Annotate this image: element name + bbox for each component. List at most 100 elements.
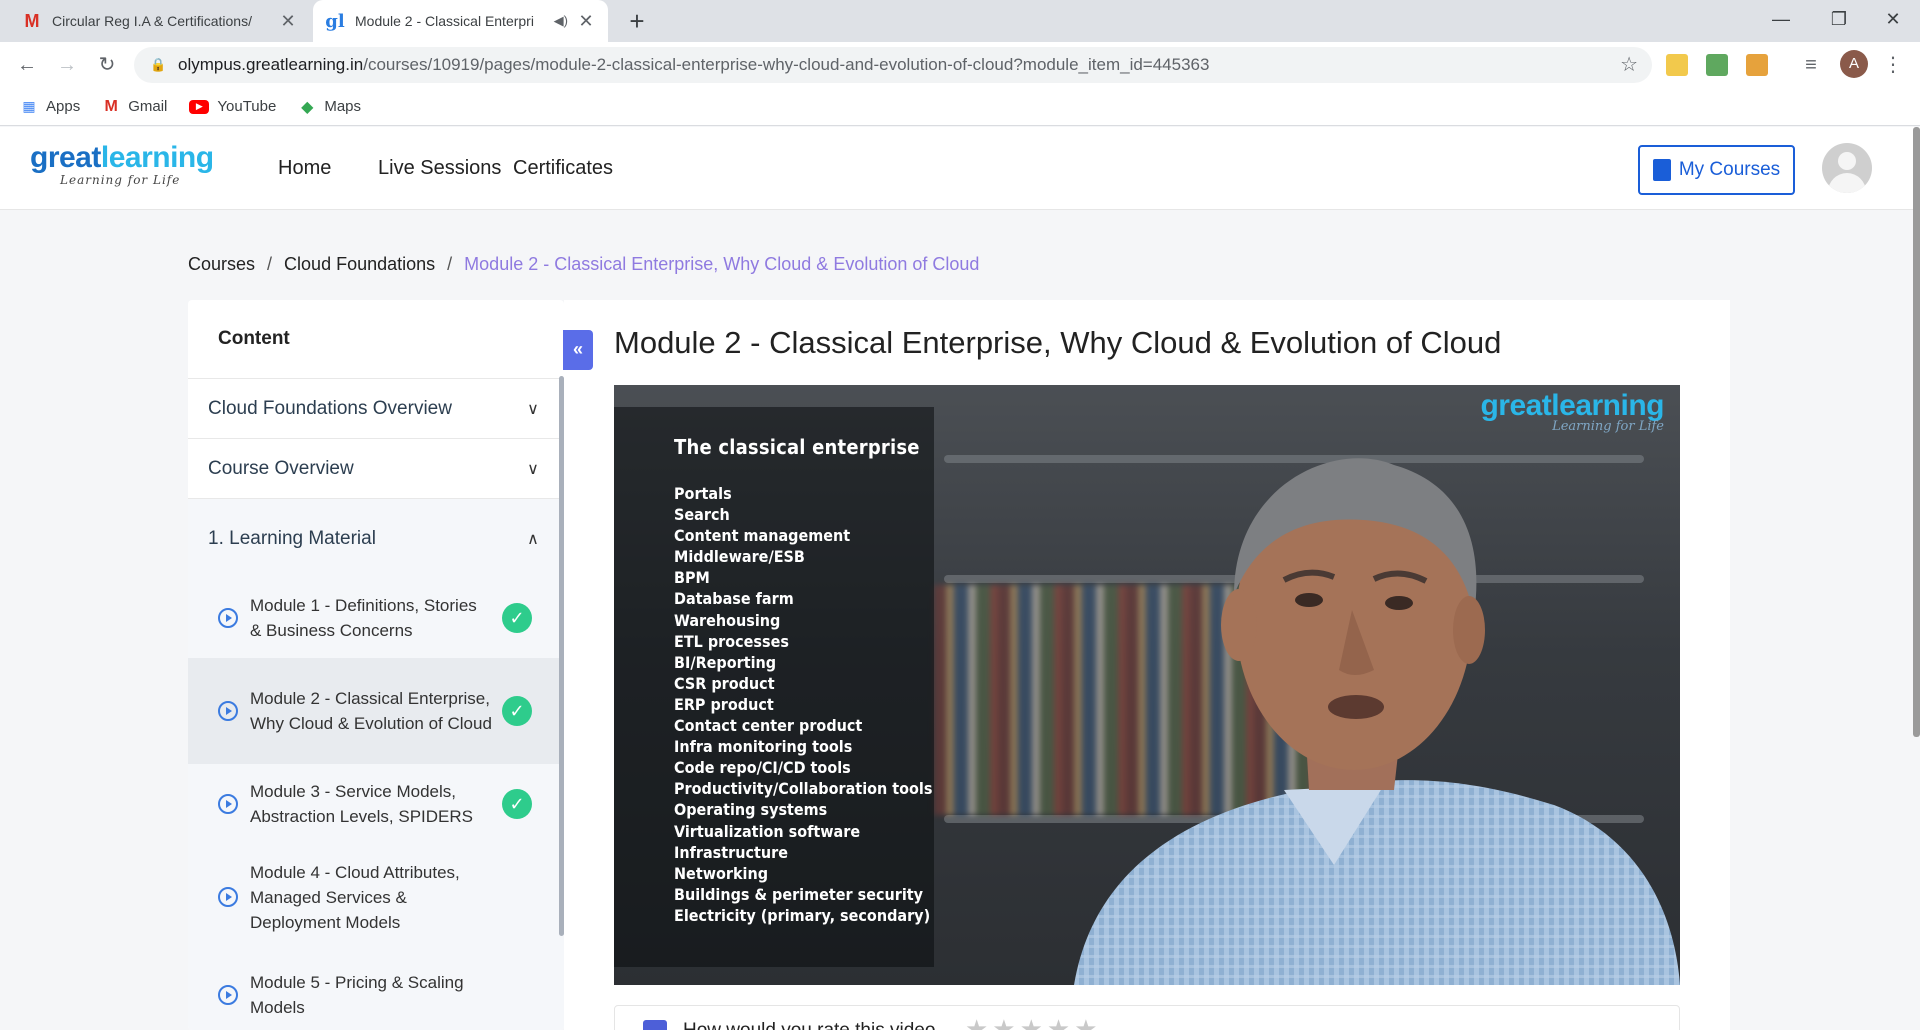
apps-grid-icon: ▦ (22, 98, 36, 114)
module-label: Module 2 - Classical Enterprise, Why Clo… (250, 689, 492, 733)
site-header: greatlearning Learning for Life Home Liv… (0, 127, 1920, 210)
url-host: olympus.greatlearning.in (178, 55, 364, 74)
page-title: Module 2 - Classical Enterprise, Why Clo… (614, 325, 1502, 360)
close-window-button[interactable]: ✕ (1864, 0, 1920, 40)
section-cloud-foundations-overview[interactable]: Cloud Foundations Overview ∨ (188, 378, 564, 438)
slide-item: Electricity (primary, secondary) (674, 905, 931, 925)
slide-item: Portals (674, 484, 732, 503)
page-scrollbar[interactable] (1913, 127, 1920, 737)
browser-tab-module[interactable]: gl Module 2 - Classical Enterpri ◀) ✕ (313, 0, 608, 42)
rating-stars[interactable]: ★★★★★ (965, 1014, 1102, 1030)
video-watermark: greatlearning Learning for Life (1480, 389, 1664, 434)
check-icon: ✓ (502, 603, 532, 633)
bookmark-maps[interactable]: ◆ Maps (298, 98, 361, 116)
module-item[interactable]: Module 3 - Service Models, Abstraction L… (188, 764, 564, 844)
media-control-icon[interactable]: ≡ (1796, 50, 1826, 80)
slide-item: Operating systems (674, 800, 828, 820)
breadcrumb-separator: / (267, 254, 273, 274)
breadcrumb-cloud-foundations[interactable]: Cloud Foundations (284, 254, 435, 274)
breadcrumb-courses[interactable]: Courses (188, 254, 255, 274)
content-sidebar: Content Cloud Foundations Overview ∨ Cou… (188, 300, 564, 1030)
nav-home[interactable]: Home (278, 157, 331, 180)
video-player[interactable]: The classical enterprise Portals Search Co… (614, 385, 1680, 985)
my-courses-label: My Courses (1678, 159, 1781, 180)
gmail-icon: M (104, 97, 118, 115)
play-circle-icon (218, 608, 238, 628)
play-circle-icon (218, 887, 238, 907)
watermark-word-learning: learning (1551, 389, 1664, 422)
slide-item: BPM (674, 568, 710, 588)
avatar-body (1828, 173, 1866, 193)
extension-photo-icon[interactable] (1746, 54, 1768, 76)
slide-item: ERP product (674, 694, 774, 714)
section-label: 1. Learning Material (208, 527, 376, 549)
nav-live-sessions[interactable]: Live Sessions (378, 157, 501, 180)
back-icon[interactable]: ← (12, 50, 42, 80)
section-learning-material[interactable]: 1. Learning Material ∧ (188, 498, 564, 578)
bookmark-label: YouTube (217, 98, 277, 115)
slide-item: Buildings & perimeter security (674, 884, 924, 904)
bookmark-apps[interactable]: ▦ Apps (20, 98, 80, 116)
address-bar[interactable]: 🔒 olympus.greatlearning.in/courses/10919… (134, 47, 1652, 83)
close-tab-icon[interactable]: ✕ (576, 11, 596, 32)
info-icon (643, 1020, 667, 1030)
maps-icon: ◆ (301, 98, 314, 116)
minimize-button[interactable]: — (1752, 0, 1810, 40)
new-tab-button[interactable]: + (622, 6, 652, 36)
module-item[interactable]: Module 5 - Pricing & Scaling Models (188, 950, 564, 1030)
bookmark-star-icon[interactable]: ☆ (1620, 47, 1638, 83)
bookmark-youtube[interactable]: ▶ YouTube (189, 98, 276, 115)
sidebar-heading: Content (218, 328, 290, 349)
module-label: Module 3 - Service Models, Abstraction L… (250, 782, 473, 826)
play-circle-icon (218, 701, 238, 721)
tab-title: Circular Reg I.A & Certifications/ (52, 13, 252, 29)
lock-icon: 🔒 (150, 57, 167, 72)
section-course-overview[interactable]: Course Overview ∨ (188, 438, 564, 498)
browser-tab-bar: M Circular Reg I.A & Certifications/ ✕ g… (0, 0, 1920, 42)
slide-item: Code repo/CI/CD tools (674, 758, 851, 778)
greatlearning-icon: gl (325, 10, 345, 32)
chevron-down-icon: ∨ (527, 460, 539, 478)
forward-icon[interactable]: → (52, 50, 82, 80)
slide-item: Database farm (674, 589, 794, 609)
slide-list: Portals Search Content management Middlewar… (674, 483, 932, 926)
close-tab-icon[interactable]: ✕ (278, 11, 298, 32)
module-label: Module 4 - Cloud Attributes, Managed Ser… (250, 862, 460, 932)
greatlearning-logo[interactable]: greatlearning Learning for Life (30, 141, 230, 188)
chevron-down-icon: ∨ (527, 400, 539, 418)
bookmark-gmail[interactable]: M Gmail (102, 97, 168, 116)
play-circle-icon (218, 985, 238, 1005)
section-label: Course Overview (208, 457, 354, 479)
slide-item: Infra monitoring tools (674, 737, 853, 757)
browser-tab-gmail[interactable]: M Circular Reg I.A & Certifications/ ✕ (10, 0, 310, 42)
avatar-head (1838, 152, 1856, 170)
check-icon: ✓ (502, 789, 532, 819)
slide-item: Contact center product (674, 716, 863, 736)
my-courses-button[interactable]: My Courses (1638, 145, 1795, 195)
collapse-sidebar-button[interactable]: « (563, 330, 593, 370)
logo-tagline: Learning for Life (60, 173, 181, 187)
profile-avatar[interactable]: A (1840, 50, 1868, 78)
speaker-icon[interactable]: ◀) (554, 13, 568, 29)
play-circle-icon (218, 794, 238, 814)
reload-icon[interactable]: ↻ (92, 50, 122, 80)
url-path: /courses/10919/pages/module-2-classical-… (363, 55, 1210, 74)
slide-text: The classical enterprise Portals Search Co… (674, 435, 932, 926)
user-avatar[interactable] (1822, 143, 1872, 193)
bookmarks-bar: ▦ Apps M Gmail ▶ YouTube ◆ Maps (0, 88, 1920, 126)
extension-notes-icon[interactable] (1666, 54, 1688, 76)
nav-certificates[interactable]: Certificates (513, 157, 613, 180)
rating-question: How would you rate this video (683, 1020, 935, 1030)
slide-item: Infrastructure (674, 842, 789, 862)
slide-item: Networking (674, 863, 769, 883)
logo-word-great: great (30, 141, 101, 174)
restore-button[interactable]: ❐ (1810, 0, 1868, 40)
extension-sheets-icon[interactable] (1706, 54, 1728, 76)
module-item-selected[interactable]: Module 2 - Classical Enterprise, Why Clo… (188, 658, 564, 764)
bookmark-label: Maps (324, 98, 362, 115)
browser-menu-icon[interactable]: ⋮ (1878, 50, 1908, 80)
check-icon: ✓ (502, 696, 532, 726)
module-item[interactable]: Module 1 - Definitions, Stories & Busine… (188, 578, 564, 658)
module-item[interactable]: Module 4 - Cloud Attributes, Managed Ser… (188, 844, 564, 950)
module-label: Module 1 - Definitions, Stories & Busine… (250, 596, 477, 640)
